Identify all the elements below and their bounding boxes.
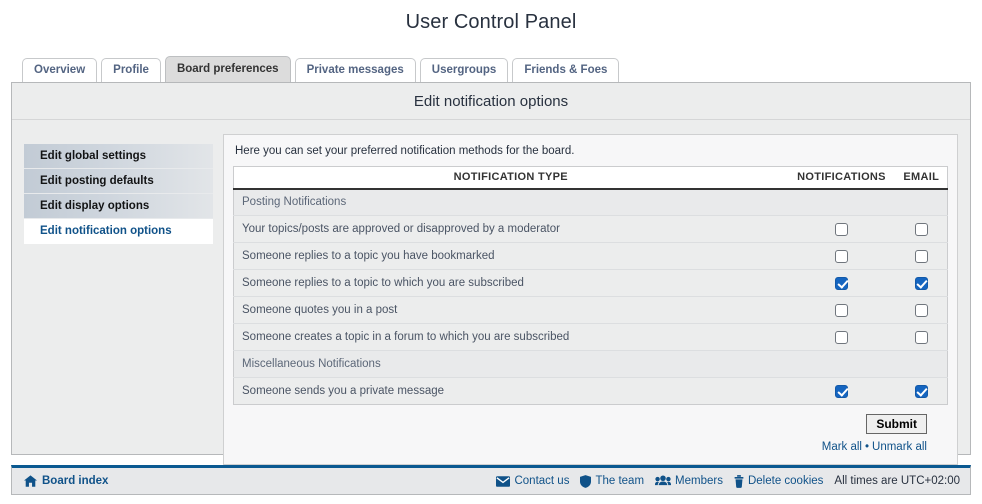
table-row: Someone replies to a topic you have book… xyxy=(233,242,948,270)
cell-notifications xyxy=(787,269,896,297)
tab-bar: Overview Profile Board preferences Private … xyxy=(0,56,982,82)
table-row: Someone sends you a private message xyxy=(233,377,948,405)
tab-overview[interactable]: Overview xyxy=(22,58,98,82)
people-icon xyxy=(655,475,672,487)
table-row: Someone quotes you in a post xyxy=(233,296,948,324)
notifications-checkbox[interactable] xyxy=(835,303,848,317)
cell-email xyxy=(895,377,948,405)
footer-link-contact-us[interactable]: Contact us xyxy=(496,475,569,487)
sidebar-item-edit-posting-defaults[interactable]: Edit posting defaults xyxy=(24,169,213,194)
notification-type-label: Someone creates a topic in a forum to wh… xyxy=(233,323,788,351)
footer-bar: Board index Contact us The team Members Del… xyxy=(11,465,971,495)
panel-heading: Edit notification options xyxy=(12,83,970,120)
footer-link-label: Contact us xyxy=(514,475,570,487)
sidebar-nav: Edit global settings Edit posting default… xyxy=(24,134,213,465)
notification-type-label: Your topics/posts are approved or disapp… xyxy=(233,215,788,243)
table-group-row: Miscellaneous Notifications xyxy=(233,350,948,378)
notification-options-table: NOTIFICATION TYPE NOTIFICATIONS EMAIL Po… xyxy=(233,166,948,405)
ucp-panel: Edit notification options Edit global se… xyxy=(11,82,971,465)
sidebar-item-edit-display-options[interactable]: Edit display options xyxy=(24,194,213,219)
footer-link-members[interactable]: Members xyxy=(655,475,723,487)
tab-friends-foes[interactable]: Friends & Foes xyxy=(512,58,620,82)
mark-links-separator: • xyxy=(865,441,870,453)
email-checkbox[interactable] xyxy=(914,330,928,344)
table-row: Someone replies to a topic to which you … xyxy=(233,269,948,297)
tab-board-preferences[interactable]: Board preferences xyxy=(164,56,291,82)
panel-body: Edit global settings Edit posting default… xyxy=(12,120,970,465)
form-actions: Submit xyxy=(233,405,948,434)
cell-notifications xyxy=(787,323,896,351)
cell-email xyxy=(895,269,948,297)
footer-link-delete-cookies[interactable]: Delete cookies xyxy=(734,474,824,488)
notifications-checkbox[interactable] xyxy=(835,222,848,236)
tab-list: Overview Profile Board preferences Private … xyxy=(22,56,982,82)
notifications-checkbox[interactable] xyxy=(835,249,848,263)
cell-email xyxy=(895,215,948,243)
notification-type-label: Someone replies to a topic you have book… xyxy=(233,242,788,270)
board-index-label: Board index xyxy=(42,475,109,487)
group-label: Miscellaneous Notifications xyxy=(233,350,948,378)
column-header-email: EMAIL xyxy=(895,166,948,190)
cell-notifications xyxy=(787,215,896,243)
footer-link-label: Delete cookies xyxy=(747,475,824,487)
email-checkbox[interactable] xyxy=(914,249,928,263)
footer-link-the-team[interactable]: The team xyxy=(580,474,645,488)
tab-usergroups[interactable]: Usergroups xyxy=(419,58,509,82)
trash-icon xyxy=(734,474,744,488)
cell-email xyxy=(895,323,948,351)
table-group-row: Posting Notifications xyxy=(233,188,948,216)
email-checkbox[interactable] xyxy=(914,303,928,317)
cell-email xyxy=(895,242,948,270)
intro-text: Here you can set your preferred notifica… xyxy=(235,145,575,157)
page-title: User Control Panel xyxy=(405,11,577,33)
notifications-checkbox[interactable] xyxy=(835,384,848,398)
sidebar-item-edit-notification-options[interactable]: Edit notification options xyxy=(24,219,213,244)
group-label: Posting Notifications xyxy=(233,188,948,216)
table-row: Someone creates a topic in a forum to wh… xyxy=(233,323,948,351)
footer-links: Contact us The team Members Delete cookies A… xyxy=(496,474,960,488)
footer-link-label: The team xyxy=(595,475,645,487)
notification-type-label: Someone quotes you in a post xyxy=(233,296,788,324)
notification-type-label: Someone sends you a private message xyxy=(233,377,788,405)
mark-links: Mark all • Unmark all xyxy=(233,434,948,453)
cell-notifications xyxy=(787,296,896,324)
column-header-notification-type: NOTIFICATION TYPE xyxy=(233,166,788,190)
cell-notifications xyxy=(787,242,896,270)
board-index-link[interactable]: Board index xyxy=(24,475,108,487)
sidebar-item-edit-global-settings[interactable]: Edit global settings xyxy=(24,144,213,169)
tab-private-messages[interactable]: Private messages xyxy=(294,58,416,82)
envelope-icon xyxy=(496,475,511,487)
cell-email xyxy=(895,296,948,324)
notifications-checkbox[interactable] xyxy=(835,276,848,290)
home-icon xyxy=(24,475,37,487)
email-checkbox[interactable] xyxy=(914,384,928,398)
timezone-text: All times are UTC+02:00 xyxy=(834,475,960,487)
content-area: Here you can set your preferred notifica… xyxy=(223,134,958,465)
table-row: Your topics/posts are approved or disapp… xyxy=(233,215,948,243)
column-header-notifications: NOTIFICATIONS xyxy=(787,166,896,190)
cell-notifications xyxy=(787,377,896,405)
submit-button[interactable]: Submit xyxy=(866,414,927,434)
notifications-checkbox[interactable] xyxy=(835,330,848,344)
notification-type-label: Someone replies to a topic to which you … xyxy=(233,269,788,297)
unmark-all-link[interactable]: Unmark all xyxy=(872,441,927,453)
email-checkbox[interactable] xyxy=(914,222,928,236)
table-header-row: NOTIFICATION TYPE NOTIFICATIONS EMAIL xyxy=(233,166,948,190)
tab-profile[interactable]: Profile xyxy=(101,58,161,82)
email-checkbox[interactable] xyxy=(914,276,928,290)
mark-all-link[interactable]: Mark all xyxy=(822,441,862,453)
shield-icon xyxy=(580,474,592,488)
footer-link-label: Members xyxy=(675,475,723,487)
table-body: Posting Notifications Your topics/posts a… xyxy=(233,188,948,405)
